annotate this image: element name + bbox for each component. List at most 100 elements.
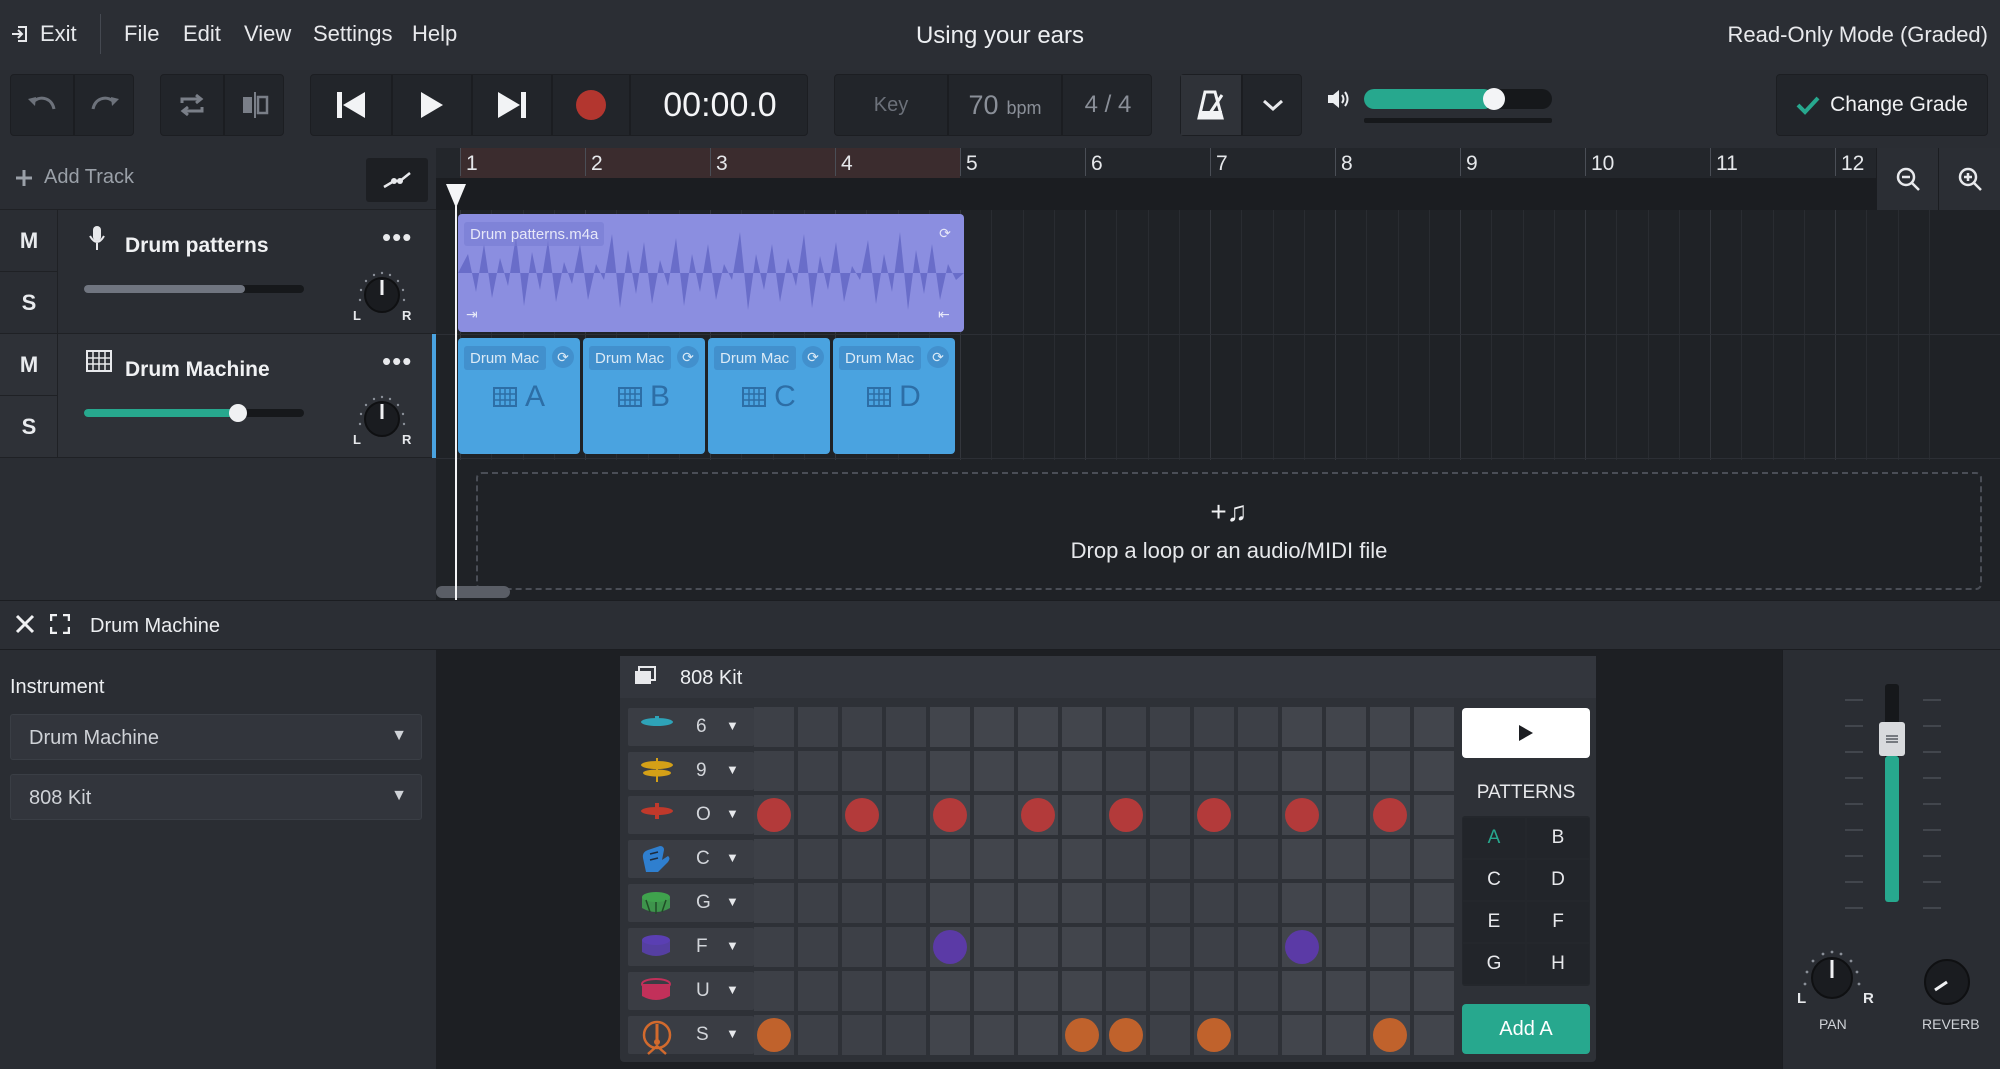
step-cell[interactable]	[1370, 751, 1410, 791]
step-cell[interactable]	[1150, 839, 1190, 879]
step-cell[interactable]	[974, 883, 1014, 923]
step-cell[interactable]	[1106, 751, 1146, 791]
step-cell[interactable]	[974, 839, 1014, 879]
key-selector[interactable]: Key	[835, 75, 947, 135]
step-cell[interactable]	[1238, 927, 1278, 967]
step-cell[interactable]	[1194, 795, 1234, 835]
trim-end-icon[interactable]: ⇤	[938, 306, 950, 323]
step-cell[interactable]	[1370, 795, 1410, 835]
step-cell[interactable]	[1194, 883, 1234, 923]
step-cell[interactable]	[754, 1015, 794, 1055]
step-cell[interactable]	[1062, 927, 1102, 967]
step-cell[interactable]	[974, 707, 1014, 747]
arrangement-area[interactable]: Drum patterns.m4a ⟳ ⇥ ⇤ Drum Mac ⟳ A Drum M…	[436, 210, 2000, 600]
step-cell[interactable]	[886, 707, 926, 747]
step-cell[interactable]	[1326, 751, 1366, 791]
step-cell[interactable]	[1106, 795, 1146, 835]
step-cell[interactable]	[1414, 927, 1454, 967]
step-cell[interactable]	[1282, 751, 1322, 791]
step-cell[interactable]	[1238, 1015, 1278, 1055]
skip-forward-button[interactable]	[473, 75, 551, 135]
expand-icon[interactable]	[50, 614, 70, 634]
record-button[interactable]	[553, 75, 629, 135]
step-cell[interactable]	[842, 927, 882, 967]
step-cell[interactable]	[1106, 1015, 1146, 1055]
step-cell[interactable]	[930, 927, 970, 967]
instrument-row[interactable]: 9 ▼	[628, 752, 754, 790]
split-button[interactable]	[225, 75, 285, 135]
step-cell[interactable]	[1018, 927, 1058, 967]
dropdown-arrow-icon[interactable]: ▼	[726, 850, 739, 865]
step-cell[interactable]	[1150, 971, 1190, 1011]
step-cell[interactable]	[1414, 839, 1454, 879]
step-cell[interactable]	[1194, 927, 1234, 967]
step-cell[interactable]	[798, 927, 838, 967]
step-cell[interactable]	[1194, 707, 1234, 747]
step-cell[interactable]	[1062, 751, 1102, 791]
track-volume-slider[interactable]	[84, 404, 304, 422]
step-cell[interactable]	[842, 883, 882, 923]
step-cell[interactable]	[754, 839, 794, 879]
step-cell[interactable]	[798, 971, 838, 1011]
step-cell[interactable]	[1238, 707, 1278, 747]
step-cell[interactable]	[1106, 707, 1146, 747]
add-pattern-button[interactable]: Add A	[1462, 1004, 1590, 1054]
automation-button[interactable]	[366, 158, 428, 202]
step-cell[interactable]	[1370, 707, 1410, 747]
step-cell[interactable]	[974, 1015, 1014, 1055]
play-button[interactable]	[393, 75, 471, 135]
kit-select[interactable]: 808 Kit ▼	[10, 774, 422, 820]
step-cell[interactable]	[1150, 751, 1190, 791]
instrument-row[interactable]: 6 ▼	[628, 708, 754, 746]
loop-icon[interactable]: ⟳	[802, 346, 824, 368]
drop-zone[interactable]: +♫ Drop a loop or an audio/MIDI file	[476, 472, 1982, 590]
step-cell[interactable]	[798, 751, 838, 791]
step-cell[interactable]	[1150, 927, 1190, 967]
step-cell[interactable]	[754, 883, 794, 923]
step-cell[interactable]	[886, 883, 926, 923]
step-cell[interactable]	[1414, 883, 1454, 923]
pattern-clip[interactable]: Drum Mac ⟳ C	[708, 338, 830, 454]
step-cell[interactable]	[886, 927, 926, 967]
step-cell[interactable]	[1150, 707, 1190, 747]
track-volume-slider[interactable]	[84, 285, 304, 293]
pattern-button-e[interactable]: E	[1463, 902, 1525, 942]
step-cell[interactable]	[1238, 795, 1278, 835]
step-cell[interactable]	[1062, 883, 1102, 923]
step-cell[interactable]	[1282, 839, 1322, 879]
step-cell[interactable]	[1062, 795, 1102, 835]
step-cell[interactable]	[754, 927, 794, 967]
step-cell[interactable]	[754, 971, 794, 1011]
step-cell[interactable]	[754, 795, 794, 835]
timeline-ruler[interactable]: 1 2 3 4 5 6 7 8 9 10 11 12	[436, 148, 2000, 210]
step-cell[interactable]	[798, 707, 838, 747]
instrument-row[interactable]: U ▼	[628, 972, 754, 1010]
close-icon[interactable]	[14, 613, 36, 635]
step-cell[interactable]	[842, 971, 882, 1011]
solo-button[interactable]: S	[0, 396, 58, 458]
step-cell[interactable]	[974, 795, 1014, 835]
step-cell[interactable]	[842, 751, 882, 791]
dropdown-arrow-icon[interactable]: ▼	[726, 982, 739, 997]
step-cell[interactable]	[842, 795, 882, 835]
step-cell[interactable]	[1106, 883, 1146, 923]
step-cell[interactable]	[1326, 795, 1366, 835]
step-cell[interactable]	[1238, 971, 1278, 1011]
loop-icon[interactable]: ⟳	[552, 346, 574, 368]
zoom-out-button[interactable]	[1877, 148, 1939, 210]
redo-button[interactable]	[75, 75, 135, 135]
loop-icon[interactable]: ⟳	[927, 346, 949, 368]
track-menu-button[interactable]: •••	[382, 222, 412, 253]
step-cell[interactable]	[930, 839, 970, 879]
step-cell[interactable]	[1370, 927, 1410, 967]
pattern-button-d[interactable]: D	[1527, 860, 1589, 900]
step-cell[interactable]	[974, 751, 1014, 791]
dropdown-arrow-icon[interactable]: ▼	[726, 806, 739, 821]
audio-clip[interactable]: Drum patterns.m4a ⟳ ⇥ ⇤	[458, 214, 964, 332]
track-drum-patterns[interactable]: M S Drum patterns ••• L R	[0, 210, 436, 334]
step-cell[interactable]	[1106, 927, 1146, 967]
change-grade-button[interactable]: Change Grade	[1776, 74, 1988, 136]
step-cell[interactable]	[1326, 927, 1366, 967]
mute-button[interactable]: M	[0, 210, 58, 272]
step-cell[interactable]	[1370, 883, 1410, 923]
